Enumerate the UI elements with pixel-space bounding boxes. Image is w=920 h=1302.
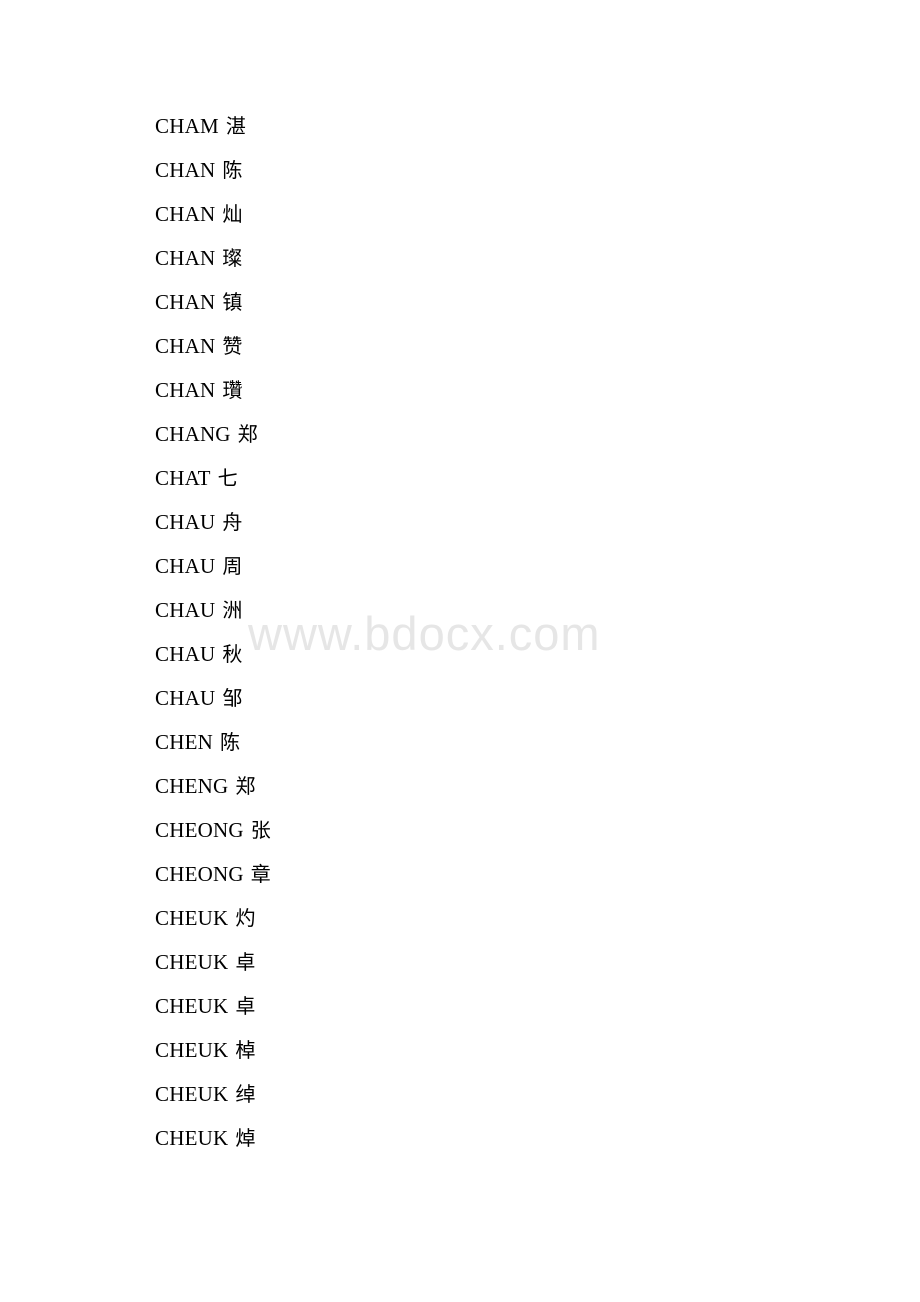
entry-romanization: CHAU <box>155 554 216 578</box>
entry-romanization: CHEUK <box>155 950 229 974</box>
entry-chinese-character: 湛 <box>225 114 246 138</box>
entry-romanization: CHAN <box>155 334 216 358</box>
list-item: CHEUK 卓 <box>155 984 795 1028</box>
entry-chinese-character: 棹 <box>235 1038 256 1062</box>
list-item: CHAN 璨 <box>155 236 795 280</box>
entry-romanization: CHEUK <box>155 1038 229 1062</box>
entry-romanization: CHEUK <box>155 906 229 930</box>
entry-romanization: CHEUK <box>155 1126 229 1150</box>
list-item: CHAU 邹 <box>155 676 795 720</box>
entry-chinese-character: 镇 <box>222 290 243 314</box>
list-item: CHAU 洲 <box>155 588 795 632</box>
entry-chinese-character: 郑 <box>235 774 256 798</box>
entry-romanization: CHENG <box>155 774 229 798</box>
entry-romanization: CHAM <box>155 114 219 138</box>
entry-chinese-character: 邹 <box>222 686 243 710</box>
entry-romanization: CHAN <box>155 290 216 314</box>
list-item: CHAN 陈 <box>155 148 795 192</box>
list-item: CHAU 周 <box>155 544 795 588</box>
list-item: CHAN 镇 <box>155 280 795 324</box>
entry-romanization: CHAU <box>155 686 216 710</box>
list-item: CHENG 郑 <box>155 764 795 808</box>
entry-chinese-character: 洲 <box>222 598 243 622</box>
entry-romanization: CHAU <box>155 642 216 666</box>
entry-romanization: CHANG <box>155 422 231 446</box>
entry-chinese-character: 赞 <box>222 334 243 358</box>
entry-chinese-character: 灼 <box>235 906 256 930</box>
entry-romanization: CHAT <box>155 466 211 490</box>
entry-chinese-character: 周 <box>222 554 243 578</box>
list-item: CHEUK 绰 <box>155 1072 795 1116</box>
entry-chinese-character: 张 <box>250 818 271 842</box>
list-item: CHEUK 卓 <box>155 940 795 984</box>
entry-chinese-character: 卓 <box>235 950 256 974</box>
list-item: CHEN 陈 <box>155 720 795 764</box>
list-item: CHAU 秋 <box>155 632 795 676</box>
entry-chinese-character: 灿 <box>222 202 243 226</box>
entry-romanization: CHEUK <box>155 994 229 1018</box>
entry-romanization: CHAN <box>155 158 216 182</box>
list-item: CHEONG 章 <box>155 852 795 896</box>
entry-romanization: CHAU <box>155 510 216 534</box>
entry-romanization: CHEUK <box>155 1082 229 1106</box>
list-item: CHEONG 张 <box>155 808 795 852</box>
entry-romanization: CHAN <box>155 378 216 402</box>
entry-chinese-character: 郑 <box>237 422 258 446</box>
list-item: CHAU 舟 <box>155 500 795 544</box>
entry-romanization: CHAN <box>155 202 216 226</box>
entry-chinese-character: 七 <box>217 466 238 490</box>
document-page: www.bdocx.com CHAM 湛 CHAN 陈 CHAN 灿 CHAN 璨 CHAN 镇 C… <box>0 0 920 1302</box>
entry-chinese-character: 璨 <box>222 246 243 270</box>
entry-romanization: CHEONG <box>155 818 244 842</box>
entry-romanization: CHEONG <box>155 862 244 886</box>
entry-chinese-character: 瓚 <box>222 378 243 402</box>
list-item: CHAN 赞 <box>155 324 795 368</box>
list-item: CHANG 郑 <box>155 412 795 456</box>
list-item: CHAN 瓚 <box>155 368 795 412</box>
list-item: CHEUK 灼 <box>155 896 795 940</box>
entry-romanization: CHAU <box>155 598 216 622</box>
list-item: CHAN 灿 <box>155 192 795 236</box>
entry-chinese-character: 章 <box>250 862 271 886</box>
entry-chinese-character: 焯 <box>235 1126 256 1150</box>
list-item: CHEUK 焯 <box>155 1116 795 1160</box>
list-item: CHEUK 棹 <box>155 1028 795 1072</box>
entry-chinese-character: 陈 <box>219 730 240 754</box>
list-item: CHAM 湛 <box>155 104 795 148</box>
entry-chinese-character: 绰 <box>235 1082 256 1106</box>
romanization-entry-list: CHAM 湛 CHAN 陈 CHAN 灿 CHAN 璨 CHAN 镇 CHAN 赞 CHAN 瓚 CHANG… <box>155 104 795 1160</box>
list-item: CHAT 七 <box>155 456 795 500</box>
entry-romanization: CHAN <box>155 246 216 270</box>
entry-chinese-character: 舟 <box>222 510 243 534</box>
entry-chinese-character: 卓 <box>235 994 256 1018</box>
entry-chinese-character: 秋 <box>222 642 243 666</box>
entry-chinese-character: 陈 <box>222 158 243 182</box>
entry-romanization: CHEN <box>155 730 213 754</box>
